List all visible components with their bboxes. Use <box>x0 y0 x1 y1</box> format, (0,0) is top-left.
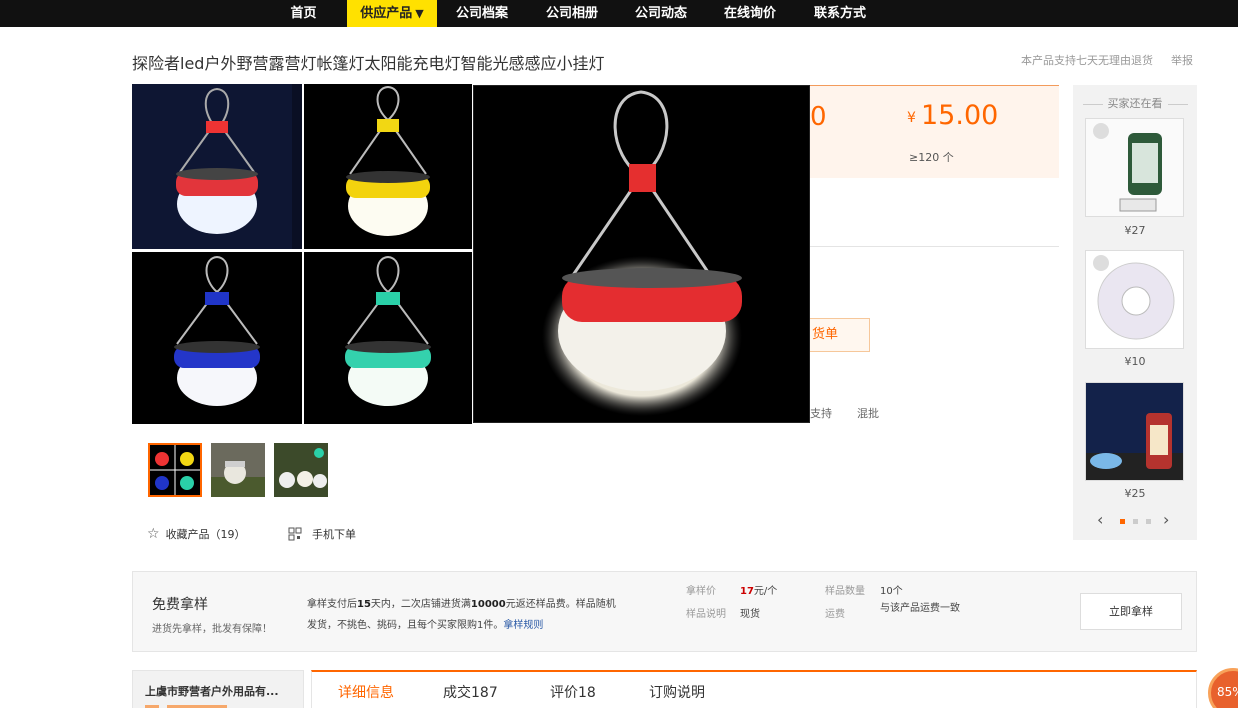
sample-note-label: 样品说明 <box>686 609 726 620</box>
recommend-title: 买家还在看 <box>1073 95 1197 111</box>
zoom-preview <box>473 85 810 423</box>
sample-qty-label: 样品数量 <box>825 586 865 597</box>
float-badge-text: 85% <box>1217 685 1238 699</box>
price-value: 15.00 <box>921 100 999 131</box>
product-title: 探险者led户外野营露营灯帐篷灯太阳能充电灯智能光感感应小挂灯 <box>132 54 605 73</box>
get-sample-button[interactable]: 立即拿样 <box>1080 593 1182 630</box>
recommend-item-image[interactable] <box>1085 118 1184 217</box>
nav-products[interactable]: 供应产品 ▼ <box>347 0 437 27</box>
sample-price-label: 拿样价 <box>686 586 716 597</box>
shop-name[interactable]: 上虞市野营者户外用品有... <box>145 683 279 699</box>
report-link[interactable]: 举报 <box>1171 52 1193 68</box>
mobile-order-label: 手机下单 <box>312 528 356 541</box>
price-partial: 0 <box>810 102 827 132</box>
nav-profile[interactable]: 公司档案 <box>446 0 518 27</box>
recommend-panel: 买家还在看 ¥27 ¥10 ¥25 ‹ › <box>1073 85 1197 540</box>
lamp-image-blue <box>132 252 302 424</box>
support-label: 支持 <box>810 407 832 420</box>
nav-news[interactable]: 公司动态 <box>625 0 697 27</box>
recommend-item-image[interactable] <box>1085 250 1184 349</box>
mobile-order-button[interactable]: 手机下单 <box>288 526 356 542</box>
nav-contact[interactable]: 联系方式 <box>804 0 876 27</box>
chevron-left-icon[interactable]: ‹ <box>1097 510 1103 529</box>
add-to-cart-button[interactable]: 货单 <box>810 318 870 352</box>
tab-deals[interactable]: 成交187 <box>443 682 498 702</box>
sample-desc-mid: 天内，二次店铺进货满 <box>370 599 471 610</box>
sample-rules-link[interactable]: 拿样规则 <box>503 620 543 631</box>
return-policy-note: 本产品支持七天无理由退货 <box>1021 54 1153 67</box>
lamp-image-teal <box>304 252 472 424</box>
price-panel: 0 ¥ 15.00 ≥120 个 <box>810 85 1059 178</box>
qr-code-icon <box>288 527 302 541</box>
chevron-down-icon: ▼ <box>415 7 424 20</box>
pager-dot[interactable] <box>1133 519 1138 524</box>
sample-desc-days: 15 <box>357 599 371 610</box>
nav-album[interactable]: 公司相册 <box>536 0 608 27</box>
recommend-price: ¥10 <box>1124 355 1146 368</box>
product-page: 首页 供应产品 ▼ 公司档案 公司相册 公司动态 在线询价 联系方式 探险者led… <box>0 0 1238 708</box>
thumbnail-1[interactable] <box>148 443 202 497</box>
sample-desc-amount: 10000 <box>470 599 506 610</box>
detail-tabs: 详细信息 成交187 评价18 订购说明 <box>311 670 1197 708</box>
favorite-label: 收藏产品（19） <box>165 528 246 541</box>
pager-dot[interactable] <box>1146 519 1151 524</box>
recommend-price: ¥27 <box>1124 224 1146 237</box>
top-nav: 首页 供应产品 ▼ 公司档案 公司相册 公司动态 在线询价 联系方式 <box>0 0 1238 27</box>
favorite-button[interactable]: ☆ 收藏产品（19） <box>147 526 246 542</box>
price-min-qty: ≥120 个 <box>909 151 954 164</box>
thumbnail-3[interactable] <box>274 443 328 497</box>
shop-card: 上虞市野营者户外用品有... <box>132 670 304 708</box>
price-currency: ¥ <box>907 110 916 126</box>
sample-title: 免费拿样 <box>152 597 208 613</box>
sample-note-value: 现货 <box>740 609 760 620</box>
free-sample-bar: 免费拿样 进货先拿样，批发有保障！ 拿样支付后15天内，二次店铺进货满10000… <box>132 571 1197 652</box>
divider <box>810 246 1059 247</box>
nav-home[interactable]: 首页 <box>276 0 331 27</box>
mixed-batch-label: 混批 <box>857 407 879 420</box>
sample-subtitle: 进货先拿样，批发有保障！ <box>152 624 272 635</box>
sample-price-unit: 元/个 <box>753 586 778 597</box>
tab-details[interactable]: 详细信息 <box>338 682 394 702</box>
lamp-image-red <box>132 84 302 249</box>
lamp-image-yellow <box>304 84 472 249</box>
sample-qty-value: 10个 <box>880 586 903 597</box>
recommend-pager: ‹ › <box>1073 510 1197 529</box>
chevron-right-icon[interactable]: › <box>1163 510 1169 529</box>
star-icon: ☆ <box>147 526 160 542</box>
nav-products-label: 供应产品 <box>360 6 413 21</box>
tab-order-notes[interactable]: 订购说明 <box>649 682 705 702</box>
sample-fee-label: 运费 <box>825 609 845 620</box>
sample-desc-prefix: 拿样支付后 <box>307 599 357 610</box>
nav-inquiry[interactable]: 在线询价 <box>714 0 786 27</box>
pager-dot[interactable] <box>1120 519 1125 524</box>
sample-fee-value: 与该产品运费一致 <box>880 603 960 614</box>
recommend-price: ¥25 <box>1124 487 1146 500</box>
tab-reviews[interactable]: 评价18 <box>550 682 596 702</box>
sample-description: 拿样支付后15天内，二次店铺进货满10000元返还样品费。样品随机发货，不挑色、… <box>307 594 617 636</box>
thumbnail-2[interactable] <box>211 443 265 497</box>
sample-price-value: 17元/个 <box>740 582 777 597</box>
float-progress-badge[interactable]: 85% <box>1208 668 1238 708</box>
sample-price-number: 17 <box>740 586 754 597</box>
recommend-item-image[interactable] <box>1085 382 1184 481</box>
